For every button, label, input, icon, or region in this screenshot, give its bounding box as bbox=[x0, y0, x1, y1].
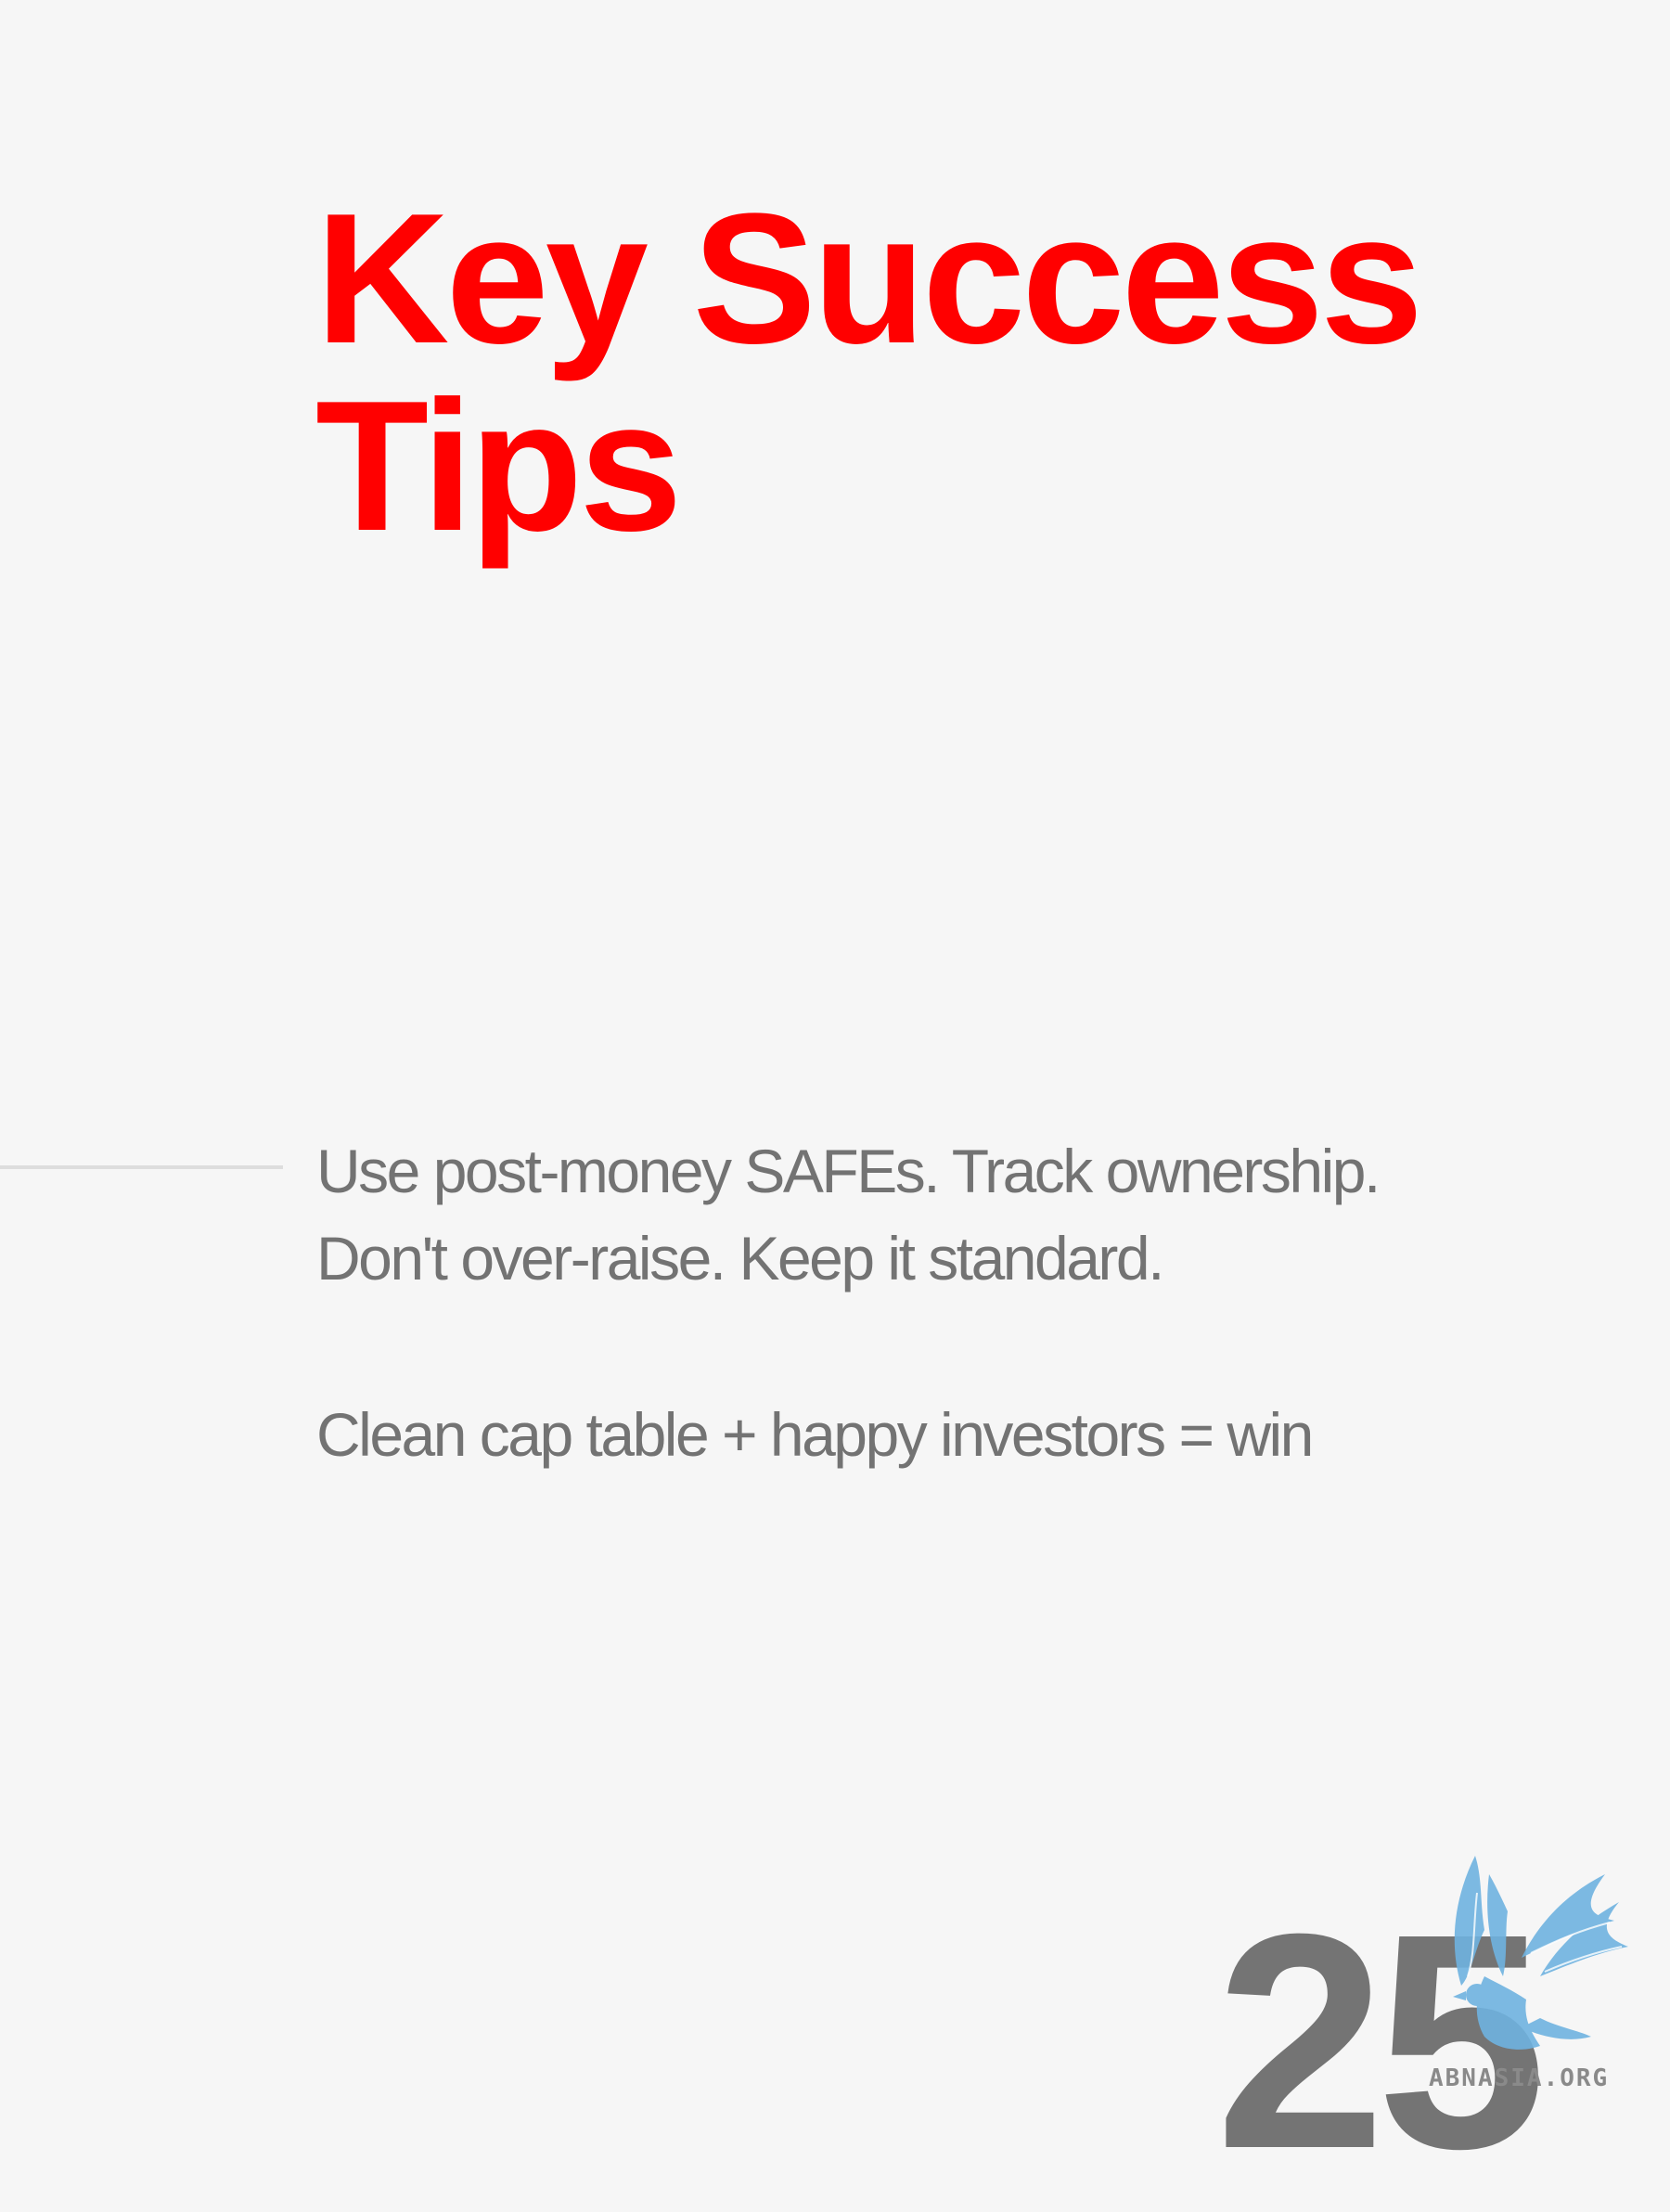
body-spacer bbox=[316, 1302, 1615, 1391]
slide-title: Key Success Tips bbox=[315, 175, 1423, 570]
griffin-logo-icon bbox=[1453, 1856, 1628, 2050]
watermark-logo: ABNASIA.ORG bbox=[1420, 1837, 1670, 2092]
body-line-1: Use post-money SAFEs. Track ownership. bbox=[316, 1137, 1381, 1205]
slide-body: Use post-money SAFEs. Track ownership. D… bbox=[316, 1127, 1615, 1478]
summary-line: Clean cap table + happy investors = win bbox=[316, 1400, 1314, 1469]
slide-title-line-1: Key Success bbox=[315, 175, 1423, 382]
divider-line bbox=[0, 1165, 283, 1169]
watermark-text: ABNASIA.ORG bbox=[1429, 2064, 1610, 2092]
slide-title-line-2: Tips bbox=[315, 363, 683, 570]
body-line-2: Don't over-raise. Keep it standard. bbox=[316, 1224, 1164, 1292]
